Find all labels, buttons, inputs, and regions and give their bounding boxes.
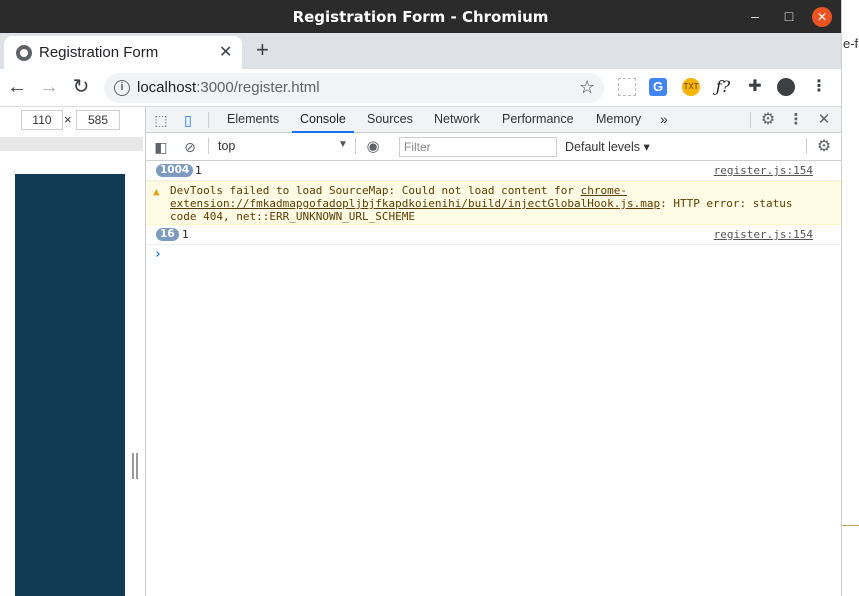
log-levels-dropdown[interactable]: Default levels ▾ <box>565 139 650 154</box>
browser-toolbar: ← → ↻ i localhost:3000/register.html ☆ G… <box>0 69 841 107</box>
translate-icon[interactable]: G <box>649 78 667 96</box>
toolbar-divider <box>355 138 356 154</box>
console-message: 1004 1 register.js:154 <box>146 161 841 181</box>
tab-strip: Registration Form ✕ + <box>0 33 841 69</box>
repeat-count-badge: 16 <box>156 228 179 241</box>
tab-performance[interactable]: Performance <box>502 107 574 133</box>
divider <box>842 525 859 526</box>
address-bar[interactable]: i localhost:3000/register.html ☆ <box>104 73 604 103</box>
window-titlebar: Registration Form - Chromium – □ ✕ <box>0 0 841 33</box>
console-messages: 1004 1 register.js:154 ▲ DevTools failed… <box>146 161 841 596</box>
forward-icon[interactable]: → <box>38 76 60 98</box>
txt-extension-icon[interactable]: TXT <box>682 78 700 96</box>
toolbar-divider <box>750 112 751 128</box>
tab-sources[interactable]: Sources <box>367 107 413 133</box>
background-window-text: e-fi <box>843 36 859 51</box>
back-icon[interactable]: ← <box>6 76 28 98</box>
tab-registration-form[interactable]: Registration Form ✕ <box>4 36 242 69</box>
tab-memory[interactable]: Memory <box>596 107 641 133</box>
tab-elements[interactable]: Elements <box>227 107 279 133</box>
profile-avatar-icon[interactable] <box>777 78 795 96</box>
device-width-input[interactable]: 110 <box>21 110 63 130</box>
menu-kebab-icon[interactable]: ⋮ <box>810 78 828 96</box>
more-tabs-icon[interactable]: » <box>660 107 668 133</box>
device-toolbar: 110 × 585 <box>0 107 145 133</box>
tab-network[interactable]: Network <box>434 107 480 133</box>
message-text: 1 <box>195 164 202 177</box>
toolbar-divider <box>806 138 807 154</box>
close-tab-icon[interactable]: ✕ <box>219 42 232 62</box>
extensions-puzzle-icon[interactable]: ✚ <box>746 78 764 96</box>
tab-label: Registration Form <box>39 44 159 61</box>
url-path: :3000/register.html <box>196 79 320 96</box>
warning-icon: ▲ <box>153 185 160 198</box>
globe-icon <box>16 45 32 61</box>
context-selector[interactable]: top <box>218 139 235 153</box>
close-devtools-icon[interactable]: ✕ <box>815 111 833 129</box>
warning-prefix: DevTools failed to load SourceMap: Could… <box>170 184 581 197</box>
toolbar-divider <box>208 112 209 128</box>
console-settings-gear-icon[interactable]: ⚙ <box>815 138 833 156</box>
source-link[interactable]: register.js:154 <box>714 228 813 241</box>
bookmark-star-icon[interactable]: ☆ <box>579 77 595 98</box>
extension-grid-icon[interactable] <box>618 78 636 96</box>
background-window: e-fi <box>841 0 859 596</box>
minimize-icon[interactable]: – <box>747 8 763 24</box>
console-toolbar: ◧ ⊘ top ▼ ◉ Filter Default levels ▾ ⚙ <box>146 133 841 161</box>
emulated-viewport <box>0 133 145 596</box>
sidebar-toggle-icon[interactable]: ◧ <box>152 138 170 156</box>
reload-icon[interactable]: ↻ <box>70 76 92 98</box>
devtools-menu-icon[interactable]: ⋮ <box>787 111 805 129</box>
warning-text: DevTools failed to load SourceMap: Could… <box>170 184 820 223</box>
page-content-panel <box>15 174 125 596</box>
url-host: localhost <box>137 79 197 96</box>
viewport-ruler <box>0 137 143 151</box>
device-toggle-icon[interactable]: ▯ <box>179 111 197 129</box>
dimension-separator: × <box>64 112 72 127</box>
toolbar-divider <box>208 138 209 154</box>
console-prompt-icon[interactable]: › <box>154 247 162 262</box>
resize-handle[interactable] <box>132 453 138 479</box>
filter-input[interactable]: Filter <box>399 137 557 157</box>
window-title: Registration Form - Chromium <box>292 8 549 26</box>
console-warning: ▲ DevTools failed to load SourceMap: Cou… <box>146 181 841 225</box>
clear-console-icon[interactable]: ⊘ <box>181 138 199 156</box>
chevron-down-icon[interactable]: ▼ <box>338 139 348 150</box>
info-icon[interactable]: i <box>114 80 130 96</box>
device-height-input[interactable]: 585 <box>76 110 120 130</box>
close-window-icon[interactable]: ✕ <box>812 7 832 27</box>
settings-gear-icon[interactable]: ⚙ <box>759 111 777 129</box>
console-message: 16 1 register.js:154 <box>146 225 841 245</box>
source-link[interactable]: register.js:154 <box>714 164 813 177</box>
new-tab-icon[interactable]: + <box>256 38 269 62</box>
repeat-count-badge: 1004 <box>156 164 194 177</box>
devtools-tabbar: ⬚ ▯ Elements Console Sources Network Per… <box>146 107 841 133</box>
tab-console[interactable]: Console <box>292 107 354 133</box>
live-expression-eye-icon[interactable]: ◉ <box>364 138 382 156</box>
maximize-icon[interactable]: □ <box>781 8 797 24</box>
inspect-element-icon[interactable]: ⬚ <box>152 111 170 129</box>
formula-extension-icon[interactable]: ƒ? <box>714 78 732 96</box>
url-text[interactable]: localhost:3000/register.html <box>137 79 320 96</box>
message-text: 1 <box>182 228 189 241</box>
